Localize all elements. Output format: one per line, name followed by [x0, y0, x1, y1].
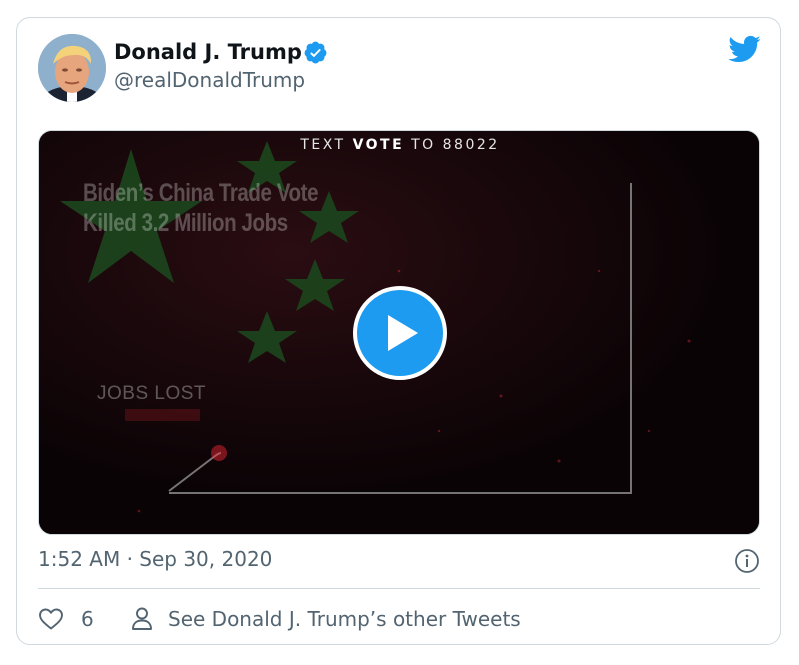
- divider: [38, 588, 760, 589]
- video-headline-line-1: Biden’s China Trade Vote: [83, 179, 319, 207]
- tweet-timestamp[interactable]: 1:52 AM · Sep 30, 2020: [38, 547, 272, 571]
- video-chart-label: JOBS LOST: [97, 383, 207, 404]
- heart-icon: [39, 608, 63, 630]
- info-icon[interactable]: [734, 548, 760, 574]
- like-button[interactable]: 6: [38, 603, 94, 635]
- video-headline-line-2: Killed 3.2 Million Jobs: [83, 209, 288, 237]
- verified-badge-icon: [304, 41, 327, 64]
- user-icon: [132, 607, 152, 630]
- avatar[interactable]: [38, 34, 106, 102]
- author-handle[interactable]: @realDonaldTrump: [114, 68, 305, 92]
- video-overlay-text: TEXT VOTE TO 88022: [300, 137, 500, 153]
- like-count: 6: [81, 607, 94, 631]
- author-display-name[interactable]: Donald J. Trump: [114, 40, 302, 64]
- twitter-bird-icon[interactable]: [727, 34, 761, 64]
- play-button[interactable]: [353, 286, 447, 380]
- profile-photo: [38, 34, 106, 102]
- see-other-tweets-label: See Donald J. Trump’s other Tweets: [168, 607, 521, 631]
- see-other-tweets-link[interactable]: See Donald J. Trump’s other Tweets: [131, 603, 521, 635]
- tweet-card[interactable]: Donald J. Trump @realDonaldTrump TEXT VO…: [16, 17, 781, 645]
- video-player[interactable]: TEXT VOTE TO 88022 Biden’s China Trade V…: [38, 130, 760, 535]
- play-icon: [388, 315, 418, 351]
